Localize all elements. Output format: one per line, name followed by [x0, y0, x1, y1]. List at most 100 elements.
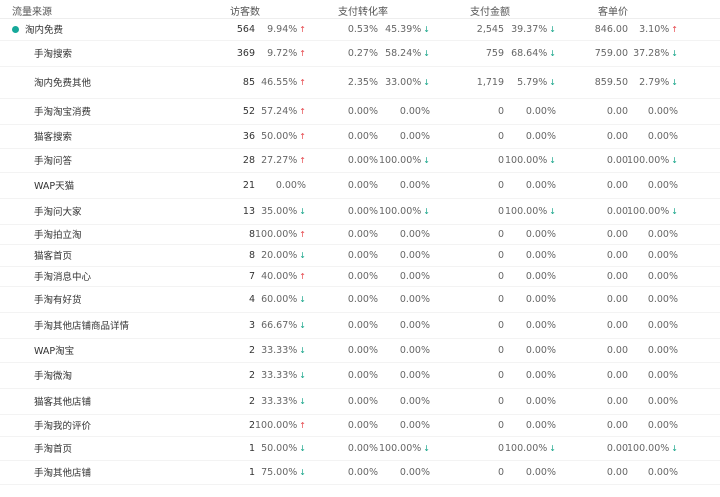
source-name-cell[interactable]: 猫客其他店铺: [34, 388, 91, 414]
header-conversion[interactable]: 支付转化率: [338, 3, 388, 18]
unit-price-value-cell: 0.00: [588, 312, 628, 338]
amount-value-cell: 0: [452, 414, 504, 436]
amount-change: 39.37%: [511, 23, 548, 35]
table-row[interactable]: 手淘问大家 13 35.00% ↓ 0.00% 100.00% ↓ 0 100.00% ↓ 0.00…: [0, 198, 720, 225]
visitors-value: 7: [248, 270, 255, 282]
amount-change: 0.00%: [525, 293, 556, 305]
visitors-change-cell: 33.33% ↓: [258, 362, 306, 388]
conversion-value: 0.00%: [347, 154, 378, 166]
source-name-cell[interactable]: 手淘有好货: [34, 286, 82, 312]
table-row[interactable]: 手淘问答 28 27.27% ↑ 0.00% 100.00% ↓ 0 100.00% ↓ 0.00 1…: [0, 148, 720, 173]
amount-change-cell: 0.00%: [506, 362, 556, 388]
expand-dot-icon[interactable]: [12, 25, 19, 33]
source-name: 手淘其他店铺: [34, 468, 92, 479]
amount-value: 0: [497, 442, 504, 454]
conversion-change: 0.00%: [399, 369, 430, 381]
source-name-cell[interactable]: 淘内免费: [12, 18, 63, 40]
header-visitors[interactable]: 访客数: [230, 3, 260, 18]
unit-price-value: 0.00: [606, 419, 628, 431]
unit-price-change-cell: 0.00%: [630, 244, 678, 266]
visitors-value: 36: [242, 130, 255, 142]
amount-change: 0.00%: [525, 369, 556, 381]
source-name-cell[interactable]: 手淘问大家: [34, 198, 82, 224]
conversion-change-cell: 58.24% ↓: [380, 40, 430, 66]
unit-price-change-cell: 3.10% ↑: [630, 18, 678, 40]
table-row[interactable]: 手淘有好货 4 60.00% ↓ 0.00% 0.00% 0 0.00% 0.00 0.00%: [0, 286, 720, 313]
visitors-value-cell: 13: [195, 198, 255, 224]
table-row[interactable]: 手淘拍立淘 8 100.00% ↑ 0.00% 0.00% 0 0.00% 0.00 0.00%: [0, 224, 720, 245]
source-name-cell[interactable]: 手淘消息中心: [34, 266, 91, 286]
amount-value: 0: [497, 249, 504, 261]
trend-arrow-icon: ↓: [299, 443, 306, 453]
source-name-cell[interactable]: WAP天猫: [34, 172, 74, 198]
conversion-change-cell: 0.00%: [380, 388, 430, 414]
table-row[interactable]: 猫客首页 8 20.00% ↓ 0.00% 0.00% 0 0.00% 0.00 0.00%: [0, 244, 720, 267]
unit-price-change: 0.00%: [647, 369, 678, 381]
unit-price-change-cell: 0.00%: [630, 460, 678, 484]
table-row[interactable]: 手淘消息中心 7 40.00% ↑ 0.00% 0.00% 0 0.00% 0.00 0.00%: [0, 266, 720, 287]
visitors-value-cell: 2: [195, 338, 255, 362]
header-source[interactable]: 流量来源: [12, 3, 52, 18]
conversion-value-cell: 0.00%: [322, 286, 378, 312]
conversion-value-cell: 0.00%: [322, 124, 378, 148]
conversion-change-cell: 0.00%: [380, 414, 430, 436]
table-row[interactable]: 手淘淘宝消费 52 57.24% ↑ 0.00% 0.00% 0 0.00% 0.00 0.00%: [0, 98, 720, 125]
table-row[interactable]: 淘内免费 564 9.94% ↑ 0.53% 45.39% ↓ 2,545 39.37% ↓ 846…: [0, 18, 720, 41]
amount-value: 1,719: [476, 76, 504, 88]
amount-value: 0: [497, 179, 504, 191]
table-row[interactable]: WAP淘宝 2 33.33% ↓ 0.00% 0.00% 0 0.00% 0.00 0.00%: [0, 338, 720, 363]
table-row[interactable]: 手淘其他店铺商品详情 3 66.67% ↓ 0.00% 0.00% 0 0.00% 0.00 0.…: [0, 312, 720, 339]
conversion-change-cell: 0.00%: [380, 244, 430, 266]
source-name-cell[interactable]: 手淘搜索: [34, 40, 72, 66]
unit-price-change: 100.00%: [627, 154, 670, 166]
unit-price-value-cell: 0.00: [588, 388, 628, 414]
table-row[interactable]: 淘内免费其他 85 46.55% ↑ 2.35% 33.00% ↓ 1,719 5.79% ↓ 85…: [0, 66, 720, 99]
unit-price-value-cell: 846.00: [588, 18, 628, 40]
unit-price-value-cell: 859.50: [588, 66, 628, 98]
unit-price-value: 0.00: [606, 179, 628, 191]
unit-price-change-cell: 0.00%: [630, 286, 678, 312]
source-name-cell[interactable]: WAP淘宝: [34, 338, 74, 362]
visitors-change-cell: 75.00% ↓: [258, 460, 306, 484]
conversion-value: 0.00%: [347, 344, 378, 356]
table-row[interactable]: 手淘搜索 369 9.72% ↑ 0.27% 58.24% ↓ 759 68.64% ↓ 759.0…: [0, 40, 720, 67]
source-name-cell[interactable]: 猫客首页: [34, 244, 72, 266]
source-name-cell[interactable]: 手淘问答: [34, 148, 72, 172]
table-row[interactable]: 猫客搜索 36 50.00% ↑ 0.00% 0.00% 0 0.00% 0.00 0.00%: [0, 124, 720, 149]
unit-price-value-cell: 0.00: [588, 224, 628, 244]
amount-change-cell: 0.00%: [506, 224, 556, 244]
amount-change: 0.00%: [525, 105, 556, 117]
trend-arrow-icon: ↑: [299, 77, 306, 87]
amount-change-cell: 39.37% ↓: [506, 18, 556, 40]
table-row[interactable]: WAP天猫 21 0.00% 0.00% 0.00% 0 0.00% 0.00 0.00%: [0, 172, 720, 199]
header-unit-price[interactable]: 客单价: [598, 3, 628, 18]
source-name: 手淘搜索: [34, 49, 73, 60]
source-name-cell[interactable]: 猫客搜索: [34, 124, 72, 148]
source-name-cell[interactable]: 手淘首页: [34, 436, 72, 460]
source-name-cell[interactable]: 手淘淘宝消费: [34, 98, 91, 124]
source-name: 手淘首页: [34, 444, 73, 455]
amount-change-cell: 0.00%: [506, 338, 556, 362]
table-row[interactable]: 手淘微淘 2 33.33% ↓ 0.00% 0.00% 0 0.00% 0.00 0.00%: [0, 362, 720, 389]
unit-price-change-cell: 0.00%: [630, 312, 678, 338]
source-name-cell[interactable]: 手淘我的评价: [34, 414, 91, 436]
visitors-value: 2: [248, 344, 255, 356]
table-row[interactable]: 手淘其他店铺 1 75.00% ↓ 0.00% 0.00% 0 0.00% 0.00 0.00%: [0, 460, 720, 485]
visitors-value: 13: [242, 205, 255, 217]
unit-price-change-cell: 100.00% ↓: [627, 198, 678, 224]
source-name-cell[interactable]: 手淘拍立淘: [34, 224, 82, 244]
source-name-cell[interactable]: 手淘微淘: [34, 362, 72, 388]
conversion-value: 0.00%: [347, 293, 378, 305]
source-name-cell[interactable]: 手淘其他店铺: [34, 460, 91, 484]
amount-change: 0.00%: [525, 228, 556, 240]
source-name-cell[interactable]: 淘内免费其他: [34, 66, 91, 98]
amount-value-cell: 0: [452, 148, 504, 172]
table-row[interactable]: 手淘我的评价 2 100.00% ↑ 0.00% 0.00% 0 0.00% 0.00 0.00%: [0, 414, 720, 437]
visitors-change: 27.27%: [261, 154, 298, 166]
source-name-cell[interactable]: 手淘其他店铺商品详情: [34, 312, 129, 338]
table-row[interactable]: 手淘首页 1 50.00% ↓ 0.00% 100.00% ↓ 0 100.00% ↓ 0.00 10…: [0, 436, 720, 461]
unit-price-change: 2.79%: [639, 76, 670, 88]
table-row[interactable]: 猫客其他店铺 2 33.33% ↓ 0.00% 0.00% 0 0.00% 0.00 0.00%: [0, 388, 720, 415]
header-amount[interactable]: 支付金额: [470, 3, 510, 18]
unit-price-change: 0.00%: [647, 249, 678, 261]
